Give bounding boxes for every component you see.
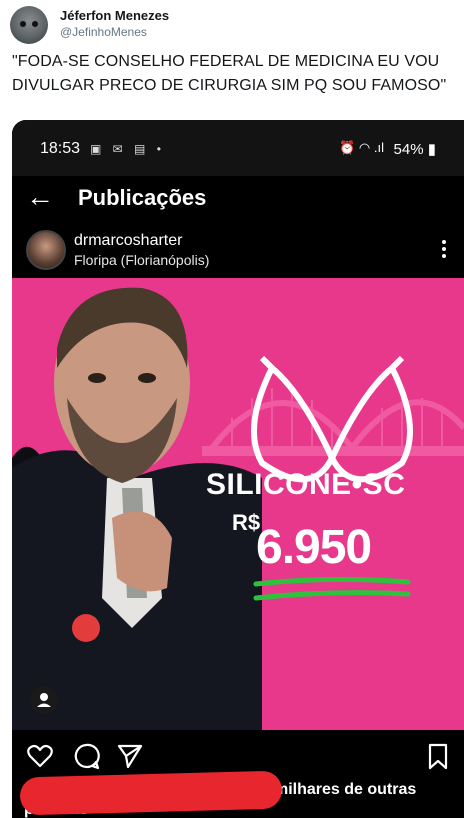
user-avatar[interactable] xyxy=(10,6,48,44)
notification-icons: ▣ ✉ ▤ • xyxy=(90,142,165,156)
arrow-left-icon[interactable]: ← xyxy=(26,182,54,212)
tweet-header: Jéferfon Menezes @JefinhoMenes xyxy=(10,4,454,44)
tweet-text: "FODA-SE CONSELHO FEDERAL DE MEDICINA EU… xyxy=(12,50,458,98)
price-value: 6.950 xyxy=(256,521,372,574)
redaction-scribble xyxy=(19,770,283,816)
display-name[interactable]: Jéferfon Menezes xyxy=(60,8,169,23)
battery-level: 54% ▮ xyxy=(393,141,436,158)
user-handle[interactable]: @JefinhoMenes xyxy=(60,25,147,39)
page-title: Publicações xyxy=(78,185,207,210)
send-icon[interactable] xyxy=(116,742,144,770)
post-username[interactable]: drmarcosharter xyxy=(74,232,182,250)
heart-icon[interactable] xyxy=(26,742,54,770)
product-label: SILICONE•SC xyxy=(206,468,406,501)
red-dot-marker xyxy=(72,614,100,642)
doctor-photo xyxy=(12,287,262,730)
post-avatar[interactable] xyxy=(26,230,66,270)
app-bar: ← Publicações xyxy=(12,176,464,224)
comment-icon[interactable] xyxy=(72,742,100,770)
likes-text-visible: milhares de outras xyxy=(274,781,417,798)
status-bar: 18:53 ▣ ✉ ▤ • ⏰ ◠ .ıl 54% ▮ xyxy=(12,120,464,176)
embedded-screenshot[interactable]: 18:53 ▣ ✉ ▤ • ⏰ ◠ .ıl 54% ▮ ← Publicaçõe… xyxy=(12,120,464,818)
post-location[interactable]: Floripa (Florianópolis) xyxy=(74,252,209,268)
status-time: 18:53 xyxy=(40,140,81,157)
more-options-icon[interactable] xyxy=(442,240,446,260)
bookmark-icon[interactable] xyxy=(424,742,452,770)
user-tag-icon[interactable] xyxy=(30,686,58,714)
post-image[interactable]: SILICONE•SC R$ 6.950 xyxy=(12,278,464,730)
post-header: drmarcosharter Floripa (Florianópolis) xyxy=(12,224,464,278)
signal-icons: ⏰ ◠ .ıl xyxy=(339,140,384,155)
tweet-text-line-1: "FODA-SE CONSELHO FEDERAL DE MEDICINA EU… xyxy=(12,53,440,70)
tweet-text-line-2: DIVULGAR PRECO DE CIRURGIA SIM PQ SOU FA… xyxy=(12,77,447,94)
price-underline xyxy=(253,576,411,601)
